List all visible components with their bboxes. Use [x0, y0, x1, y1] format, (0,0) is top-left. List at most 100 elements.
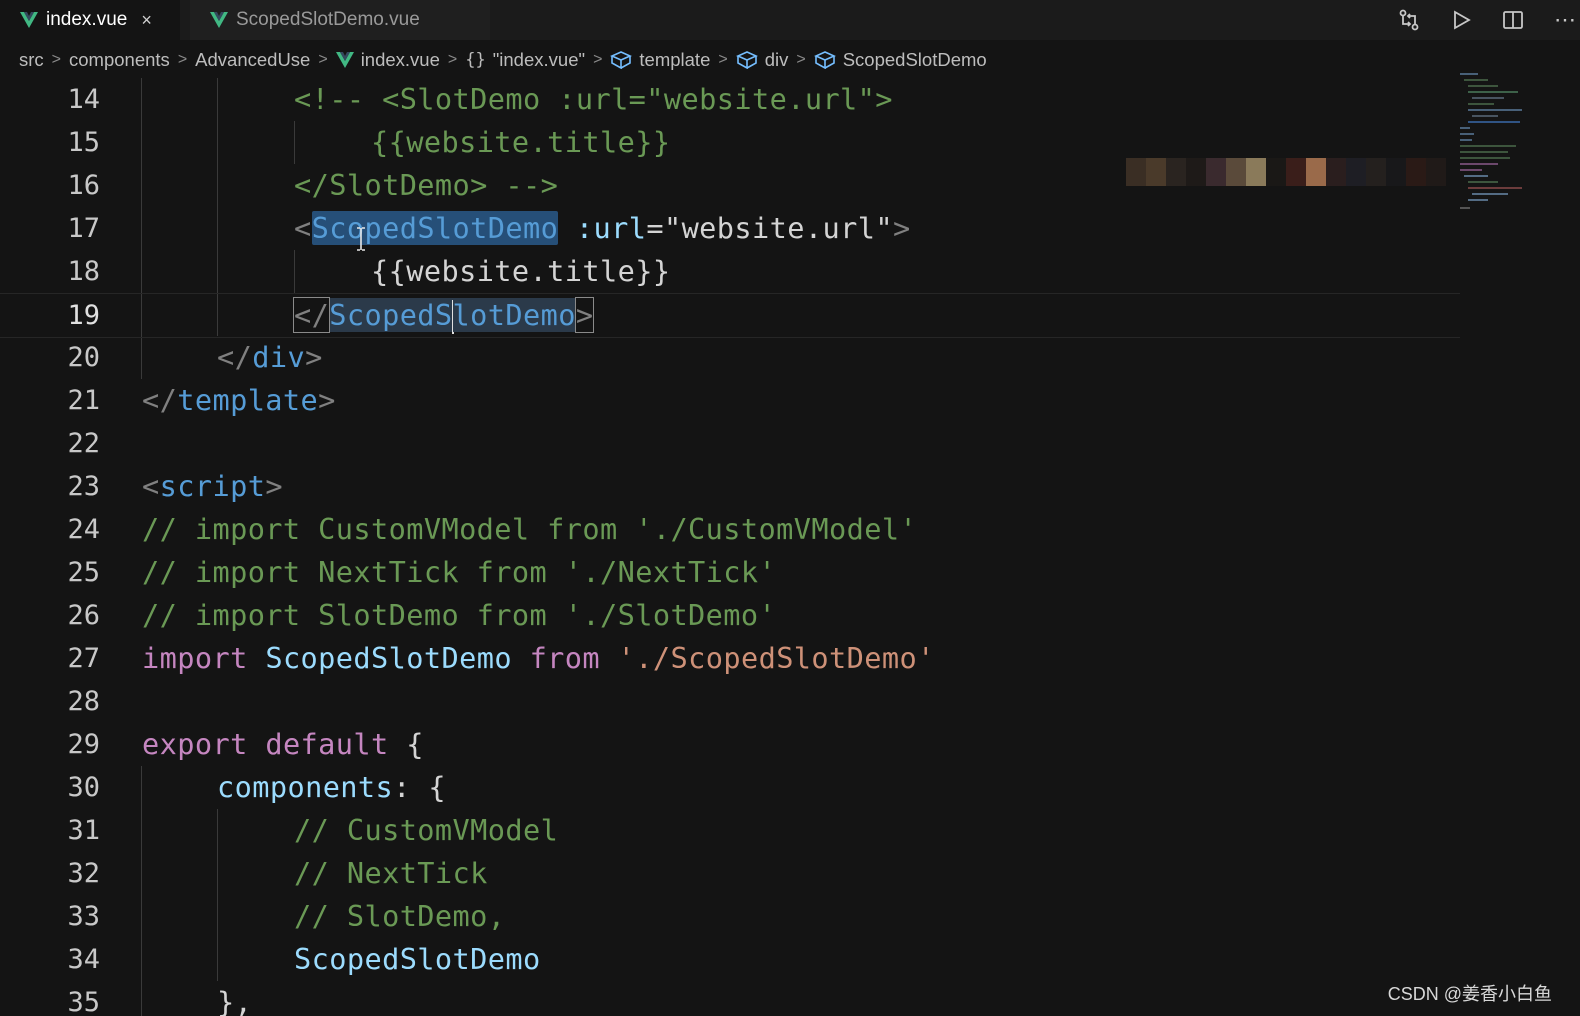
code-line: 15 {{website.title}} [0, 121, 1460, 164]
token: {{ [371, 254, 407, 288]
token: components [217, 770, 394, 804]
line-number: 18 [67, 256, 100, 287]
code-text: </SlotDemo> --> [294, 168, 559, 202]
token: :url [575, 211, 647, 245]
chevron-right-icon: > [718, 51, 728, 68]
token-bracket-match: > [574, 297, 595, 333]
token: < [294, 211, 312, 245]
code-text: </template> [142, 379, 336, 422]
token: : { [393, 770, 447, 804]
code-line: 26 // import SlotDemo from './SlotDemo' [0, 594, 1460, 637]
token: { [406, 727, 424, 761]
token: < [142, 469, 160, 503]
breadcrumb-item-index-vue[interactable]: index.vue [361, 49, 440, 71]
token: default [265, 727, 389, 761]
token: from [529, 641, 601, 675]
line-number: 14 [67, 84, 100, 115]
code-line: 17 <ScopedSlotDemo :url="website.url"> [0, 207, 1460, 250]
line-number: 23 [67, 471, 100, 502]
editor-actions: ⋯ [1372, 0, 1580, 40]
line-number: 25 [67, 557, 100, 588]
breadcrumb-item-advanceduse[interactable]: AdvancedUse [195, 49, 310, 71]
breadcrumb-item-div[interactable]: div [765, 49, 789, 71]
token: > [305, 340, 323, 374]
line-number: 32 [67, 858, 100, 889]
token: script [159, 469, 266, 503]
line-number: 35 [67, 987, 100, 1016]
chevron-right-icon: > [318, 51, 328, 68]
token: './ScopedSlotDemo' [617, 641, 935, 675]
chevron-right-icon: > [796, 51, 806, 68]
code-text: // import SlotDemo from './SlotDemo' [142, 598, 777, 632]
code-text: {{website.title}} [371, 125, 671, 159]
watermark: CSDN @姜香小白鱼 [1387, 984, 1552, 1004]
code-line: 27 import ScopedSlotDemo from './ScopedS… [0, 637, 1460, 680]
code-text: // SlotDemo, [294, 899, 506, 933]
code-line: 22 [0, 422, 1460, 465]
code-line: 28 [0, 680, 1460, 723]
code-line: 30 components: { [0, 766, 1460, 809]
vue-logo-icon [20, 12, 38, 28]
breadcrumb-item-src[interactable]: src [19, 49, 44, 71]
breadcrumb-item-scopedslotdemo[interactable]: ScopedSlotDemo [843, 49, 987, 71]
token: ScopedS [329, 298, 453, 332]
code-line: 34 ScopedSlotDemo [0, 938, 1460, 981]
token-selected: ScopedSlotDemo [311, 211, 559, 245]
source-control-compare-icon[interactable] [1394, 5, 1424, 35]
code-text: // CustomVModel [294, 813, 559, 847]
code-text: {{website.title}} [371, 250, 670, 293]
token: }} [635, 254, 671, 288]
symbol-cube-icon [735, 51, 758, 69]
code-text: }, [217, 985, 253, 1016]
breadcrumb: src > components > AdvancedUse > index.v… [19, 44, 987, 76]
chevron-right-icon: > [447, 51, 458, 68]
token: > [318, 383, 336, 417]
code-line: 24 // import CustomVModel from './Custom… [0, 508, 1460, 551]
split-editor-icon[interactable] [1498, 5, 1528, 35]
code-text: // import NextTick from './NextTick' [142, 555, 777, 589]
token: ScopedSlotDemo [265, 641, 512, 675]
line-number: 21 [67, 385, 100, 416]
code-line: 35 }, [0, 981, 1460, 1016]
code-line: 25 // import NextTick from './NextTick' [0, 551, 1460, 594]
line-number: 28 [67, 686, 100, 717]
code-line: 16 </SlotDemo> --> [0, 164, 1460, 207]
tab-scopedslotdemo-vue[interactable]: ScopedSlotDemo.vue [190, 0, 490, 40]
vue-logo-icon [210, 12, 228, 28]
code-line: 32 // NextTick [0, 852, 1460, 895]
tab-bar: index.vue × ScopedSlotDemo.vue ⋯ [0, 0, 1580, 40]
braces-icon: {} [465, 50, 486, 70]
line-number: 20 [67, 342, 100, 373]
tab-index-vue[interactable]: index.vue × [0, 0, 180, 40]
code-line: 29 export default { [0, 723, 1460, 766]
code-text: import ScopedSlotDemo from './ScopedSlot… [142, 637, 935, 680]
line-number: 17 [67, 213, 100, 244]
symbol-cube-icon [610, 51, 633, 69]
breadcrumb-item-index-vue-module[interactable]: "index.vue" [493, 49, 585, 71]
close-icon[interactable]: × [141, 10, 152, 31]
code-line: 20 </div> [0, 336, 1460, 379]
more-actions-icon[interactable]: ⋯ [1550, 5, 1580, 35]
line-number: 19 [67, 300, 100, 331]
token: "website.url" [663, 211, 893, 245]
code-text: <!-- <SlotDemo :url="website.url"> [294, 82, 893, 116]
token-bracket-match: </ [292, 297, 331, 333]
code-text: <script> [142, 465, 283, 508]
code-line: 18 {{website.title}} [0, 250, 1460, 293]
line-number: 26 [67, 600, 100, 631]
line-number: 24 [67, 514, 100, 545]
symbol-cube-icon [813, 51, 836, 69]
breadcrumb-item-components[interactable]: components [69, 49, 170, 71]
run-icon[interactable] [1446, 5, 1476, 35]
breadcrumb-item-template[interactable]: template [639, 49, 710, 71]
token: </ [217, 340, 253, 374]
token: > [892, 211, 911, 245]
chevron-right-icon: > [51, 51, 62, 68]
token: </ [142, 383, 178, 417]
line-number: 22 [67, 428, 100, 459]
tab-label: ScopedSlotDemo.vue [236, 9, 420, 30]
token: template [177, 383, 319, 417]
code-text: ScopedSlotDemo [294, 942, 541, 976]
code-editor[interactable]: 14 <!-- <SlotDemo :url="website.url"> 15… [0, 78, 1580, 1016]
line-number: 31 [67, 815, 100, 846]
